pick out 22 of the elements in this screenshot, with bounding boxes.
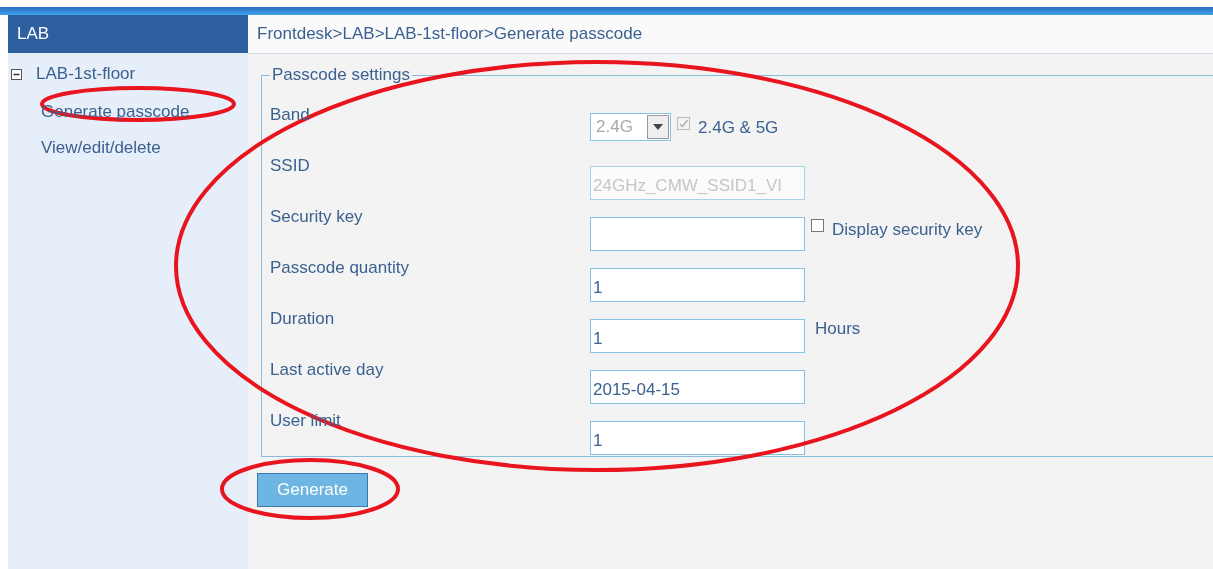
unit-label: Hours xyxy=(815,319,861,339)
input-field[interactable]: 1 xyxy=(590,421,805,455)
breadcrumb: Frontdesk>LAB>LAB-1st-floor>Generate passcode xyxy=(248,15,1213,54)
checkbox-label: 2.4G & 5G xyxy=(698,118,779,138)
sidebar-title: LAB xyxy=(8,15,248,53)
field-label: Passcode quantity xyxy=(270,257,410,279)
field-label: Duration xyxy=(270,308,336,330)
input-field[interactable]: 1 xyxy=(590,319,805,353)
field-label: Security key xyxy=(270,206,364,228)
checkbox-label: Display security key xyxy=(832,220,983,240)
input-field[interactable] xyxy=(590,217,805,251)
field-label: SSID xyxy=(270,155,311,177)
section-legend: Passcode settings xyxy=(270,65,412,85)
checkbox[interactable] xyxy=(811,219,824,232)
collapse-icon[interactable] xyxy=(11,68,22,80)
input-field[interactable]: 2015-04-15 xyxy=(590,370,805,404)
field-label: Band xyxy=(270,104,311,126)
field-label: Last active day xyxy=(270,359,385,381)
input-field[interactable]: 1 xyxy=(590,268,805,302)
caret-icon xyxy=(653,124,663,130)
tree-item[interactable]: View/edit/delete xyxy=(41,138,161,158)
tree-item[interactable]: LAB-1st-floor xyxy=(36,64,136,84)
